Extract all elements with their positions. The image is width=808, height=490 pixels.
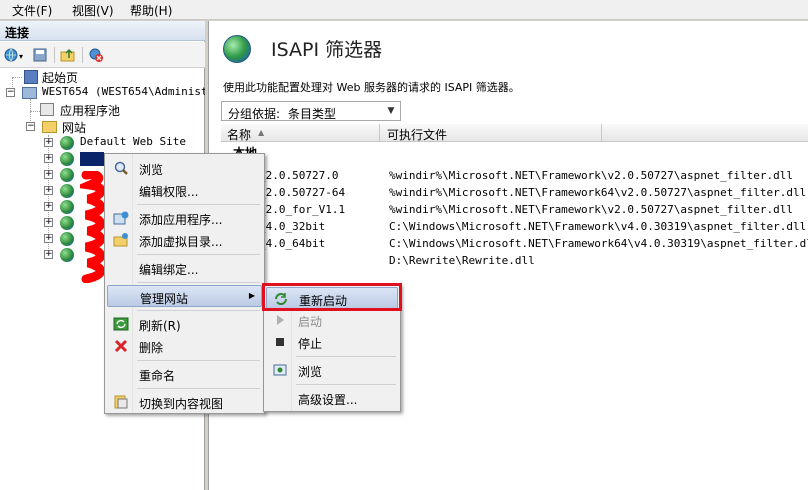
menu-view[interactable]: 视图(V) xyxy=(72,2,114,19)
groupby-value: 条目类型 xyxy=(288,107,337,121)
site-globe-icon xyxy=(60,184,74,198)
list-header: 名称 ▲ 可执行文件 xyxy=(221,124,808,142)
restart-highlight-frame xyxy=(262,283,402,311)
browse-icon xyxy=(272,362,288,378)
submenu-item-advanced-settings[interactable]: 高级设置... xyxy=(266,387,398,409)
refresh-icon xyxy=(113,316,129,332)
feature-description: 使用此功能配置处理对 Web 服务器的请求的 ISAPI 筛选器。 xyxy=(223,81,520,94)
groupby-select[interactable]: 分组依据: 条目类型 ▼ xyxy=(221,101,401,121)
collapse-icon[interactable]: − xyxy=(6,88,15,97)
column-header-path[interactable]: 可执行文件 xyxy=(387,126,447,143)
expand-icon[interactable]: + xyxy=(44,170,53,179)
menu-item-refresh[interactable]: 刷新(R) xyxy=(107,313,262,335)
toolbar-divider xyxy=(82,47,83,63)
menu-item-delete[interactable]: 删除 xyxy=(107,335,262,357)
site-context-menu: 浏览 编辑权限... 添加应用程序... 添加虚拟目录... 编辑绑定... 管… xyxy=(104,153,265,414)
start-icon xyxy=(272,312,288,328)
sort-ascending-icon: ▲ xyxy=(258,128,265,137)
submenu-item-start[interactable]: 启动 xyxy=(266,309,398,331)
site-globe-icon xyxy=(60,248,74,262)
site-globe-icon xyxy=(60,232,74,246)
delete-icon xyxy=(113,338,129,354)
sites-folder-icon xyxy=(42,121,57,133)
menu-item-switch-content-view[interactable]: 切换到内容视图 xyxy=(107,391,262,413)
page-title: ISAPI 筛选器 xyxy=(271,39,383,61)
add-application-icon xyxy=(113,210,129,226)
browse-icon xyxy=(113,160,129,176)
server-icon xyxy=(22,87,37,99)
connections-toolbar: ▾ xyxy=(0,42,205,68)
menu-item-edit-bindings[interactable]: 编辑绑定... xyxy=(107,257,262,279)
tree-site-redacted[interactable]: + xyxy=(44,151,104,167)
menu-item-add-application[interactable]: 添加应用程序... xyxy=(107,207,262,229)
content-view-icon xyxy=(113,394,129,410)
expand-icon[interactable]: + xyxy=(44,186,53,195)
expand-icon[interactable]: + xyxy=(44,154,53,163)
selected-site-highlight xyxy=(80,152,104,166)
submenu-item-stop[interactable]: 停止 xyxy=(266,331,398,353)
connect-globe-icon[interactable] xyxy=(3,47,19,63)
up-folder-icon[interactable] xyxy=(60,47,76,63)
isapi-globe-icon xyxy=(223,35,251,63)
site-globe-icon xyxy=(60,216,74,230)
expand-icon[interactable]: + xyxy=(44,218,53,227)
expand-icon[interactable]: + xyxy=(44,234,53,243)
menu-help[interactable]: 帮助(H) xyxy=(130,2,172,19)
site-globe-icon xyxy=(60,136,74,150)
site-globe-icon xyxy=(60,168,74,182)
connections-header: 连接 xyxy=(0,21,205,41)
menu-item-add-virtual-dir[interactable]: 添加虚拟目录... xyxy=(107,229,262,251)
expand-icon[interactable]: + xyxy=(44,250,53,259)
menu-item-rename[interactable]: 重命名 xyxy=(107,363,262,385)
app-pool-icon xyxy=(40,103,54,116)
groupby-label: 分组依据: xyxy=(228,107,281,121)
start-page-icon xyxy=(24,70,38,84)
disconnect-icon[interactable] xyxy=(88,47,104,63)
feature-pane: ISAPI 筛选器 使用此功能配置处理对 Web 服务器的请求的 ISAPI 筛… xyxy=(208,21,808,490)
menu-item-browse[interactable]: 浏览 xyxy=(107,157,262,179)
save-icon[interactable] xyxy=(32,47,48,63)
chevron-down-icon[interactable]: ▼ xyxy=(384,104,398,118)
submenu-arrow-icon: ▶ xyxy=(248,291,255,300)
menu-item-edit-permissions[interactable]: 编辑权限... xyxy=(107,179,262,201)
toolbar-divider xyxy=(54,47,55,63)
menu-item-manage-site[interactable]: 管理网站 ▶ xyxy=(107,285,262,307)
dropdown-arrow-icon[interactable]: ▾ xyxy=(19,52,27,61)
expand-icon[interactable]: + xyxy=(44,138,53,147)
menubar: 文件(F) 视图(V) 帮助(H) xyxy=(0,0,808,20)
column-header-name[interactable]: 名称 xyxy=(227,126,251,143)
collapse-icon[interactable]: − xyxy=(26,122,35,131)
menu-file[interactable]: 文件(F) xyxy=(12,2,52,19)
site-globe-icon xyxy=(60,152,74,166)
submenu-item-browse[interactable]: 浏览 xyxy=(266,359,398,381)
stop-icon xyxy=(272,334,288,350)
expand-icon[interactable]: + xyxy=(44,202,53,211)
site-globe-icon xyxy=(60,200,74,214)
add-virtual-dir-icon xyxy=(113,232,129,248)
